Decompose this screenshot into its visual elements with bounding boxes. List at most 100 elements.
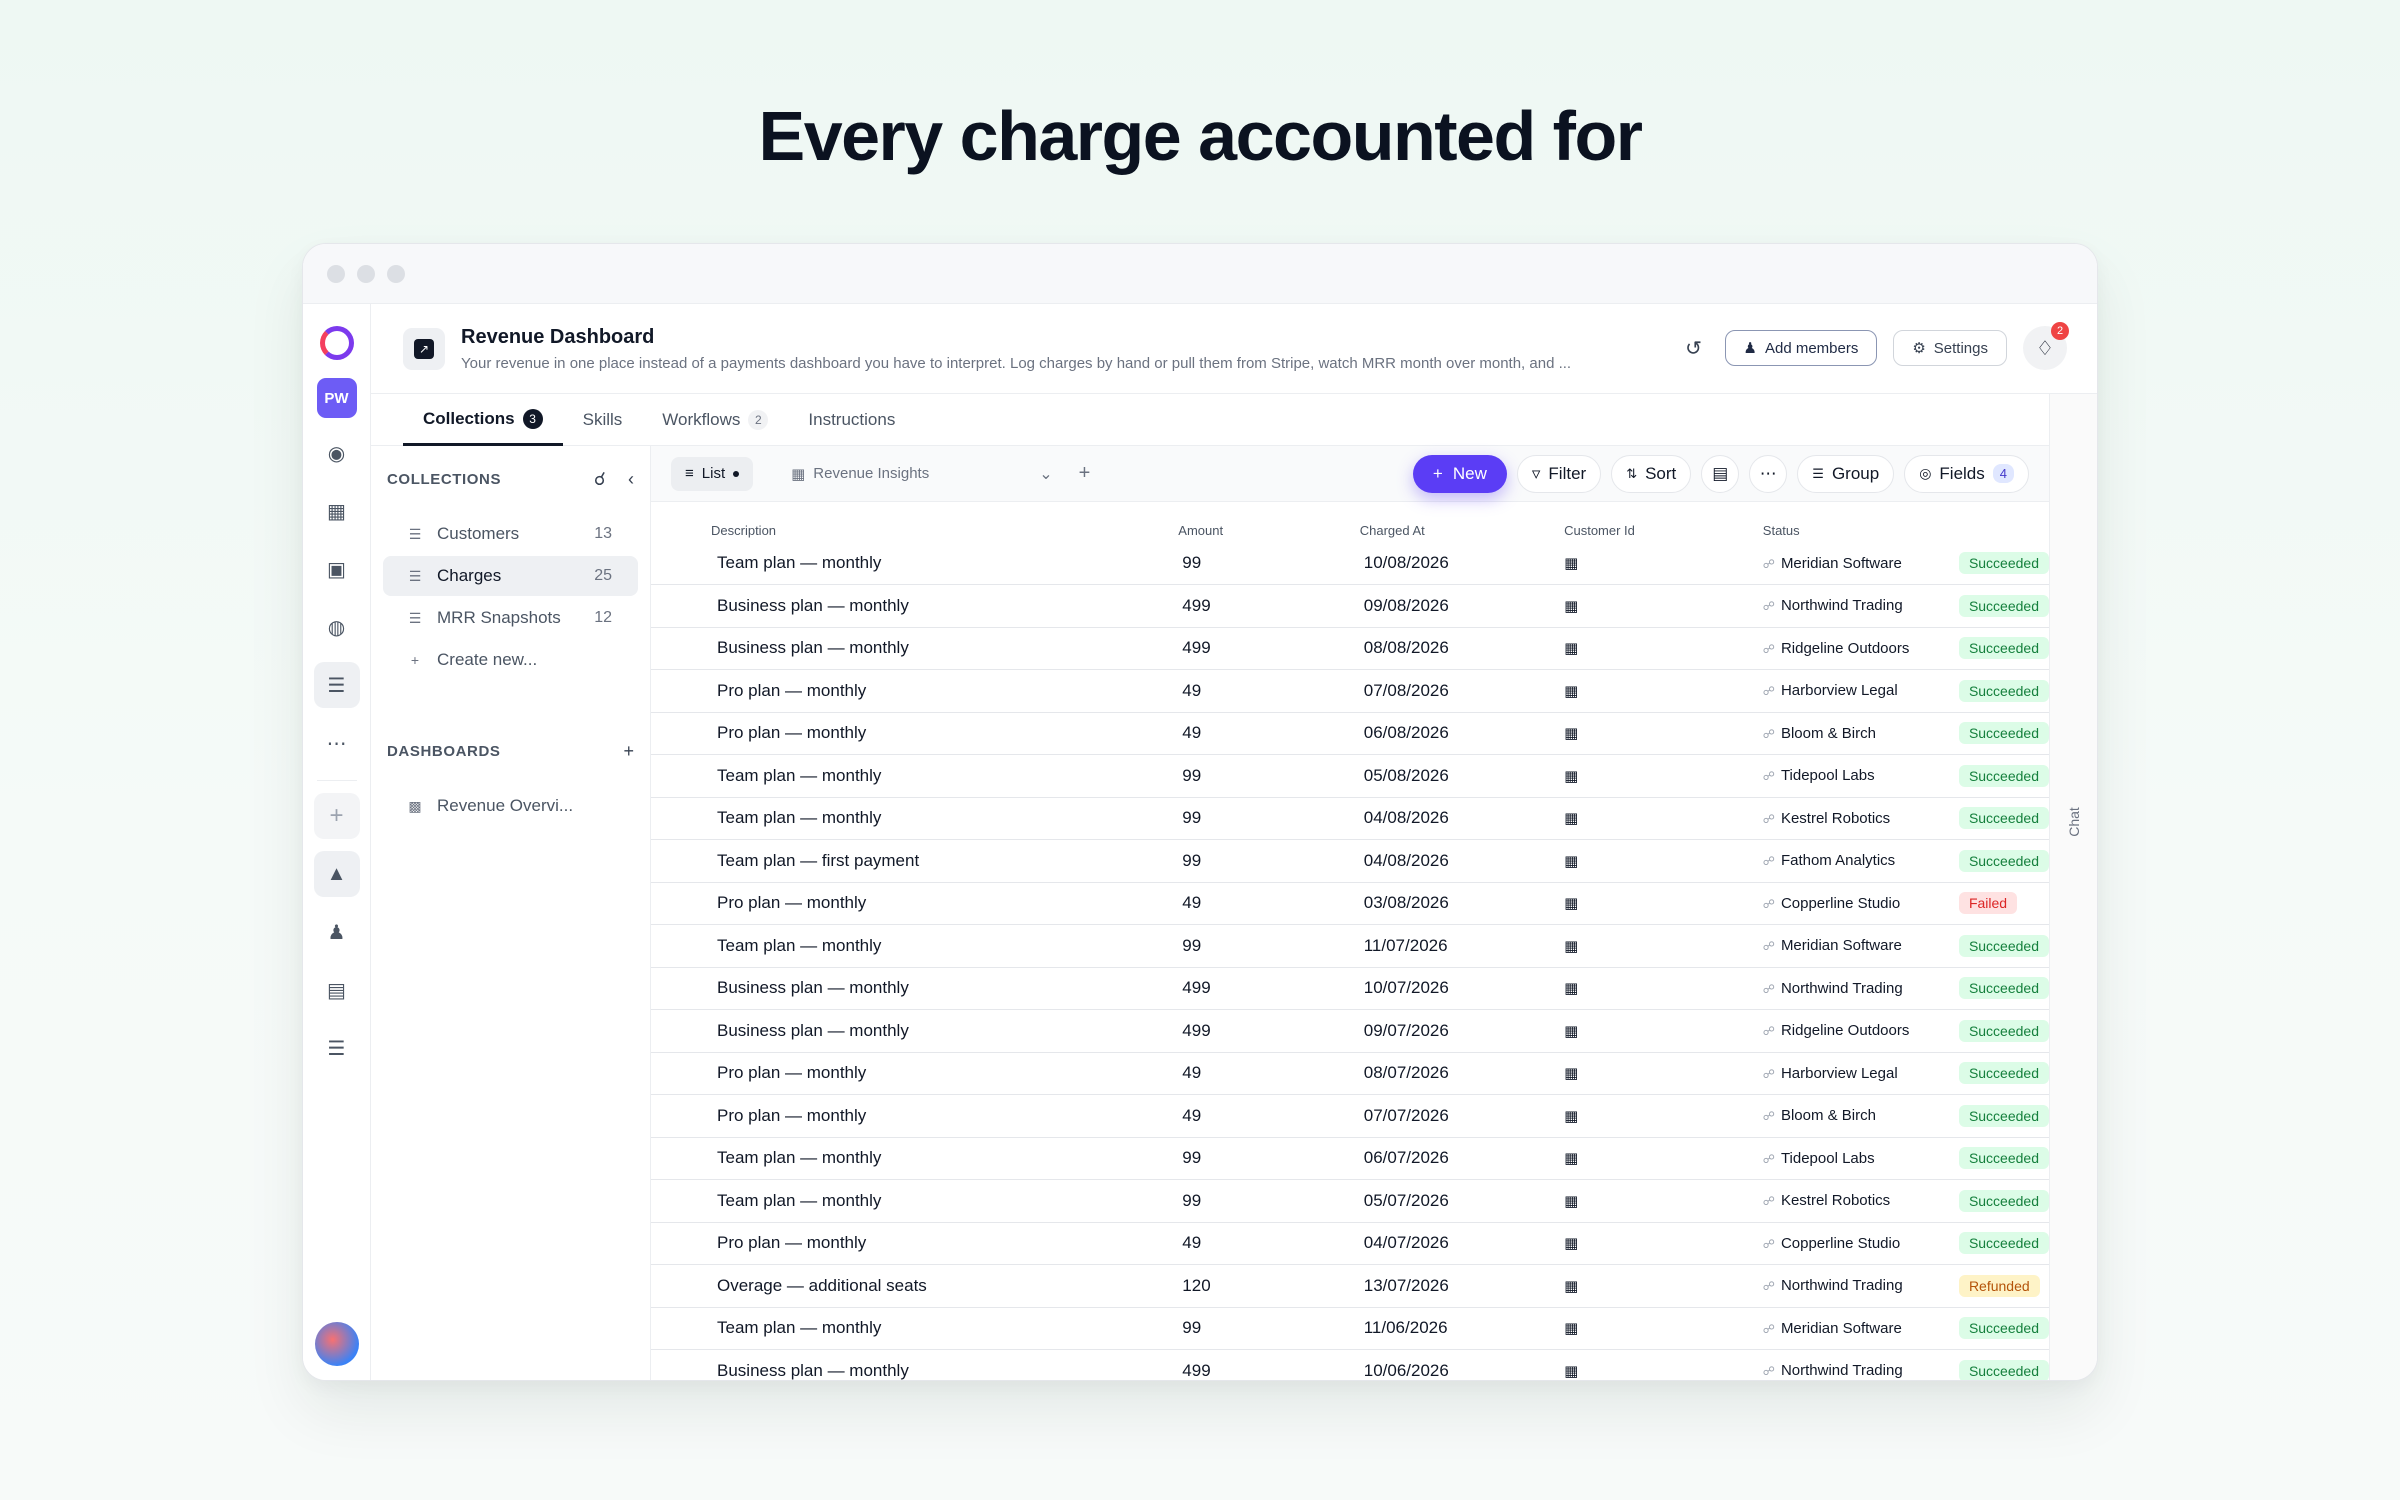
settings-button[interactable]: ⚙ Settings (1893, 330, 2007, 366)
calendar-icon[interactable]: ▦ (1564, 967, 1763, 1010)
cell-charged-at[interactable]: 05/07/2026 (1360, 1180, 1564, 1223)
table-row[interactable]: Pro plan — monthly 49 08/07/2026 ▦ ☍ Harborvi… (651, 1052, 2049, 1095)
chat-panel-toggle[interactable]: Chat (2049, 394, 2097, 1380)
sidebar-item-customers[interactable]: ☰ Customers 13 (383, 514, 638, 554)
cell-amount[interactable]: 99 (1178, 925, 1359, 968)
cell-amount[interactable]: 120 (1178, 1265, 1359, 1308)
cell-description[interactable]: Team plan — monthly (651, 755, 1178, 798)
tab-instructions[interactable]: Instructions (788, 394, 915, 446)
cell-customer[interactable]: ☍ Copperline Studio (1763, 1222, 1959, 1265)
calendar-icon[interactable]: ▦ (1564, 1265, 1763, 1308)
cell-status[interactable]: Succeeded (1958, 797, 2049, 840)
calendar-icon[interactable]: ▦ (1564, 882, 1763, 925)
cell-customer[interactable]: ☍ Meridian Software (1763, 925, 1959, 968)
cell-amount[interactable]: 99 (1178, 542, 1359, 585)
table-row[interactable]: Business plan — monthly 499 08/08/2026 ▦ ☍ Ri… (651, 627, 2049, 670)
table-row[interactable]: Business plan — monthly 499 10/07/2026 ▦ ☍ No… (651, 967, 2049, 1010)
cell-customer[interactable]: ☍ Harborview Legal (1763, 670, 1959, 713)
cell-amount[interactable]: 49 (1178, 1052, 1359, 1095)
cell-charged-at[interactable]: 11/07/2026 (1360, 925, 1564, 968)
column-header-customer-id[interactable]: Customer Id (1564, 502, 1763, 542)
calendar-icon[interactable]: ▦ (1564, 627, 1763, 670)
cell-status[interactable]: Succeeded (1958, 925, 2049, 968)
cell-customer[interactable]: ☍ Northwind Trading (1763, 585, 1959, 628)
cell-customer[interactable]: ☍ Northwind Trading (1763, 1265, 1959, 1308)
calendar-icon[interactable]: ▦ (1564, 925, 1763, 968)
cell-status[interactable]: Succeeded (1958, 1180, 2049, 1223)
cell-charged-at[interactable]: 08/08/2026 (1360, 627, 1564, 670)
cell-description[interactable]: Business plan — monthly (651, 585, 1178, 628)
table-row[interactable]: Pro plan — monthly 49 07/08/2026 ▦ ☍ Harborvi… (651, 670, 2049, 713)
cell-charged-at[interactable]: 10/07/2026 (1360, 967, 1564, 1010)
cell-description[interactable]: Pro plan — monthly (651, 1052, 1178, 1095)
cell-amount[interactable]: 99 (1178, 1137, 1359, 1180)
cell-customer[interactable]: ☍ Bloom & Birch (1763, 712, 1959, 755)
cell-charged-at[interactable]: 07/08/2026 (1360, 670, 1564, 713)
cell-description[interactable]: Business plan — monthly (651, 967, 1178, 1010)
cell-customer[interactable]: ☍ Fathom Analytics (1763, 840, 1959, 883)
sidebar-item-charges[interactable]: ☰ Charges 25 (383, 556, 638, 596)
cell-charged-at[interactable]: 05/08/2026 (1360, 755, 1564, 798)
table-row[interactable]: Team plan — monthly 99 04/08/2026 ▦ ☍ Kestrel… (651, 797, 2049, 840)
cell-charged-at[interactable]: 04/08/2026 (1360, 840, 1564, 883)
calendar-icon[interactable]: ▦ (1564, 670, 1763, 713)
cell-status[interactable]: Succeeded (1958, 712, 2049, 755)
cell-description[interactable]: Team plan — monthly (651, 1307, 1178, 1350)
table-row[interactable]: Business plan — monthly 499 09/08/2026 ▦ ☍ No… (651, 585, 2049, 628)
app-logo-icon[interactable] (319, 326, 354, 360)
cell-description[interactable]: Pro plan — monthly (651, 1222, 1178, 1265)
group-button[interactable]: ☰ Group (1797, 454, 1895, 493)
cell-amount[interactable]: 99 (1178, 1307, 1359, 1350)
table-row[interactable]: Business plan — monthly 499 10/06/2026 ▦ ☍ No… (651, 1350, 2049, 1381)
cell-charged-at[interactable]: 06/08/2026 (1360, 712, 1564, 755)
table-row[interactable]: Overage — additional seats 120 13/07/2026 ▦… (651, 1265, 2049, 1308)
sidebar-item-revenue-overview[interactable]: ▩ Revenue Overvi... (383, 786, 638, 826)
cell-description[interactable]: Business plan — monthly (651, 627, 1178, 670)
cell-charged-at[interactable]: 03/08/2026 (1360, 882, 1564, 925)
calendar-icon[interactable]: ▦ (1564, 1222, 1763, 1265)
cell-status[interactable]: Succeeded (1958, 967, 2049, 1010)
cell-description[interactable]: Team plan — first payment (651, 840, 1178, 883)
cell-description[interactable]: Business plan — monthly (651, 1350, 1178, 1381)
cell-charged-at[interactable]: 08/07/2026 (1360, 1052, 1564, 1095)
cell-customer[interactable]: ☍ Kestrel Robotics (1763, 797, 1959, 840)
sort-button[interactable]: ⇅ Sort (1611, 454, 1692, 493)
add-app-icon[interactable]: + (313, 793, 360, 839)
layers-icon[interactable]: ☰ (313, 662, 360, 708)
view-tab-revenue-insights[interactable]: ▦ Revenue Insights (777, 457, 943, 491)
collapse-chevron-icon[interactable]: ‹ (628, 469, 634, 490)
cell-status[interactable]: Succeeded (1958, 755, 2049, 798)
add-members-button[interactable]: ♟ Add members (1724, 330, 1878, 366)
view-tab-list[interactable]: ≡ List (671, 456, 754, 491)
more-options-button[interactable]: ⋯ (1749, 454, 1788, 493)
table-row[interactable]: Pro plan — monthly 49 03/08/2026 ▦ ☍ Copperli… (651, 882, 2049, 925)
notifications-button[interactable]: ♢ 2 (2023, 322, 2069, 370)
cell-amount[interactable]: 99 (1178, 755, 1359, 798)
table-row[interactable]: Team plan — monthly 99 11/07/2026 ▦ ☍ Meridia… (651, 925, 2049, 968)
table-row[interactable]: Team plan — monthly 99 05/07/2026 ▦ ☍ Kestrel… (651, 1180, 2049, 1223)
cell-amount[interactable]: 49 (1178, 1095, 1359, 1138)
calendar-icon[interactable]: ▦ (1564, 840, 1763, 883)
more-dots-icon[interactable]: ⋯ (314, 720, 360, 766)
cell-charged-at[interactable]: 09/07/2026 (1360, 1010, 1564, 1053)
cell-description[interactable]: Pro plan — monthly (651, 1095, 1178, 1138)
cell-description[interactable]: Team plan — monthly (651, 542, 1178, 585)
cell-customer[interactable]: ☍ Meridian Software (1763, 1307, 1959, 1350)
calendar-icon[interactable]: ▦ (1564, 1010, 1763, 1053)
cell-status[interactable]: Succeeded (1958, 1307, 2049, 1350)
calendar-icon[interactable]: ▦ (1564, 1180, 1763, 1223)
cell-customer[interactable]: ☍ Copperline Studio (1763, 882, 1959, 925)
row-density-button[interactable]: ▤ (1701, 454, 1740, 493)
cell-charged-at[interactable]: 09/08/2026 (1360, 585, 1564, 628)
table-row[interactable]: Team plan — monthly 99 11/06/2026 ▦ ☍ Meridia… (651, 1307, 2049, 1350)
cell-amount[interactable]: 49 (1178, 882, 1359, 925)
cell-description[interactable]: Pro plan — monthly (651, 670, 1178, 713)
table-row[interactable]: Pro plan — monthly 49 07/07/2026 ▦ ☍ Bloom & … (651, 1095, 2049, 1138)
fields-button[interactable]: ◎ Fields 4 (1904, 454, 2029, 493)
cell-description[interactable]: Team plan — monthly (651, 925, 1178, 968)
cell-description[interactable]: Business plan — monthly (651, 1010, 1178, 1053)
cell-charged-at[interactable]: 10/06/2026 (1360, 1350, 1564, 1381)
column-header-status[interactable]: Status (1763, 502, 1959, 542)
cell-status[interactable]: Succeeded (1958, 670, 2049, 713)
user-avatar[interactable] (314, 1322, 359, 1366)
